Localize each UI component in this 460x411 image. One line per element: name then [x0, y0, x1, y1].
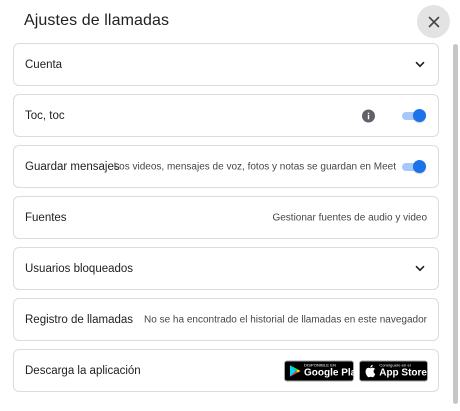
- toggle-knob: [413, 108, 426, 122]
- row-toc-toc: Toc, toc: [13, 94, 439, 137]
- scrollbar[interactable]: [453, 44, 458, 404]
- app-store-text: App Store: [379, 367, 427, 378]
- row-fuentes-description[interactable]: Gestionar fuentes de audio y video: [272, 212, 427, 223]
- call-settings-dialog: Ajustes de llamadas Cuenta Toc, toc Guar…: [0, 0, 460, 411]
- google-play-badge[interactable]: DISPONIBLE EN Google Play: [284, 360, 362, 381]
- app-store-badge[interactable]: Consíguelo en el App Store: [359, 360, 428, 381]
- row-fuentes-label: Fuentes: [25, 211, 67, 224]
- row-toc-toc-label: Toc, toc: [25, 109, 65, 122]
- row-registro-llamadas-label: Registro de llamadas: [25, 313, 134, 326]
- row-descarga-aplicacion-label: Descarga la aplicación: [25, 364, 141, 377]
- row-descarga-aplicacion: Descarga la aplicación DISPONIBLE EN Goo…: [13, 349, 439, 392]
- close-icon: [428, 16, 439, 27]
- dialog-title: Ajustes de llamadas: [24, 12, 170, 29]
- row-cuenta[interactable]: Cuenta: [13, 43, 439, 86]
- row-usuarios-bloqueados[interactable]: Usuarios bloqueados: [13, 247, 439, 290]
- google-play-icon: [289, 364, 301, 378]
- chevron-down-icon[interactable]: [414, 263, 426, 275]
- apple-icon: [364, 364, 376, 378]
- toggle-knob: [413, 159, 426, 173]
- row-guardar-mensajes-description: Los videos, mensajes de voz, fotos y not…: [113, 161, 396, 172]
- row-fuentes[interactable]: Fuentes Gestionar fuentes de audio y vid…: [13, 196, 439, 239]
- row-guardar-mensajes: Guardar mensajes Los videos, mensajes de…: [13, 145, 439, 188]
- google-play-text: Google Play: [304, 367, 362, 378]
- row-registro-llamadas: Registro de llamadas No se ha encontrado…: [13, 298, 439, 341]
- row-usuarios-bloqueados-label: Usuarios bloqueados: [25, 262, 134, 275]
- row-cuenta-label: Cuenta: [25, 58, 63, 71]
- row-guardar-mensajes-label: Guardar mensajes: [25, 160, 120, 173]
- close-button[interactable]: [417, 5, 450, 38]
- row-registro-llamadas-description: No se ha encontrado el historial de llam…: [144, 314, 427, 325]
- info-icon[interactable]: [362, 109, 375, 122]
- toc-toc-toggle[interactable]: [402, 108, 426, 123]
- guardar-mensajes-toggle[interactable]: [402, 159, 426, 174]
- chevron-down-icon[interactable]: [414, 59, 426, 71]
